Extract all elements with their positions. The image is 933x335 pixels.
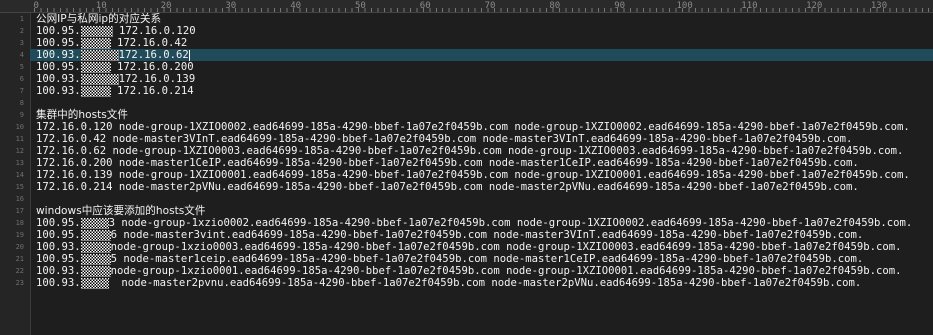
line-number: 2 — [19, 27, 24, 35]
line-text: 172.16.0.62 — [118, 49, 189, 61]
text-line[interactable]: 172.16.0.120 node-group-1XZIO0002.ead646… — [36, 121, 933, 133]
ip-prefix: 100.95. — [36, 253, 81, 265]
redaction-mask — [80, 49, 119, 61]
line-number: 7 — [19, 87, 24, 95]
line-number: 21 — [15, 255, 24, 263]
line-text: 172.16.0.200 node-master1CeIP.ead64699-1… — [36, 157, 859, 169]
line-text: 172.16.0.120 — [112, 25, 196, 37]
redaction-mask — [80, 277, 109, 289]
line-number: 20 — [15, 243, 24, 251]
line-text: 3 node-group-1xzio0002.ead64699-185a-429… — [108, 217, 913, 229]
line-number: 19 — [15, 231, 24, 239]
text-line[interactable]: 100.95. 5 node-master1ceip.ead64699-185a-… — [36, 253, 933, 265]
line-text: 172.16.0.42 — [110, 37, 188, 49]
line-number: 18 — [15, 219, 24, 227]
ruler-ticks — [34, 8, 933, 12]
line-number: 3 — [19, 39, 24, 47]
line-number: 10 — [15, 123, 24, 131]
redaction-mask — [80, 61, 111, 73]
ip-prefix: 100.95. — [36, 229, 81, 241]
text-line[interactable]: 100.95. 3 node-group-1xzio0002.ead64699-1… — [36, 217, 933, 229]
line-number: 12 — [15, 147, 24, 155]
line-text: 172.16.0.214 — [110, 85, 194, 97]
line-number: 15 — [15, 183, 24, 191]
ip-prefix: 100.93. — [36, 85, 81, 97]
ip-prefix: 100.93. — [36, 277, 81, 289]
line-text: 公网IP与私网ip的对应关系 — [36, 13, 162, 25]
text-line[interactable]: 172.16.0.139 node-group-1XZIO0001.ead646… — [36, 169, 933, 181]
line-number: 17 — [15, 207, 24, 215]
text-caret — [188, 49, 190, 61]
text-editor[interactable]: 0102030405060708090100110120130140 12345… — [0, 0, 933, 335]
redaction-mask — [80, 73, 119, 85]
ip-prefix: 100.95. — [36, 217, 81, 229]
redaction-mask — [80, 25, 113, 37]
line-number: 16 — [15, 195, 24, 203]
line-number: 9 — [19, 111, 24, 119]
text-line[interactable]: 100.93. 172.16.0.214 — [36, 85, 933, 97]
ip-prefix: 100.93. — [36, 241, 81, 253]
line-text: windows中应该要添加的hosts文件 — [36, 205, 206, 217]
line-text: 172.16.0.200 — [110, 61, 194, 73]
redaction-mask — [80, 229, 111, 241]
ip-prefix: 100.95. — [36, 61, 81, 73]
line-number: 22 — [15, 267, 24, 275]
text-line[interactable]: 100.95. 6 node-master3vint.ead64699-185a-… — [36, 229, 933, 241]
text-line[interactable]: 172.16.0.214 node-master2pVNu.ead64699-1… — [36, 181, 933, 193]
section-heading-line[interactable]: 集群中的hosts文件 — [36, 109, 933, 121]
text-line[interactable]: 172.16.0.200 node-master1CeIP.ead64699-1… — [36, 157, 933, 169]
text-line[interactable]: 100.95. 172.16.0.42 — [36, 37, 933, 49]
ip-prefix: 100.93. — [36, 265, 81, 277]
line-text: node-group-1xzio0003.ead64699-185a-4290-… — [110, 241, 902, 253]
text-line[interactable] — [36, 97, 933, 109]
ip-prefix: 100.93. — [36, 73, 81, 85]
redaction-mask — [80, 85, 111, 97]
text-line[interactable]: 100.93. 172.16.0.139 — [36, 73, 933, 85]
redaction-mask — [80, 241, 111, 253]
text-line[interactable]: 100.95. 172.16.0.120 — [36, 25, 933, 37]
line-number: 1 — [19, 15, 24, 23]
line-text: node-group-1xzio0001.ead64699-185a-4290-… — [110, 265, 902, 277]
line-text: 172.16.0.120 node-group-1XZIO0002.ead646… — [36, 121, 910, 133]
section-heading-line[interactable]: 公网IP与私网ip的对应关系 — [36, 13, 933, 25]
section-heading-line[interactable]: windows中应该要添加的hosts文件 — [36, 205, 933, 217]
line-text: 172.16.0.139 node-group-1XZIO0001.ead646… — [36, 169, 910, 181]
line-text: 172.16.0.42 node-master3VInT.ead64699-18… — [36, 133, 853, 145]
line-text: 172.16.0.214 node-master2pVNu.ead64699-1… — [36, 181, 859, 193]
text-line[interactable]: 100.93. node-group-1xzio0001.ead64699-185… — [36, 265, 933, 277]
ip-prefix: 100.95. — [36, 25, 81, 37]
redaction-mask — [80, 265, 111, 277]
column-ruler: 0102030405060708090100110120130140 — [0, 0, 933, 13]
line-number: 14 — [15, 171, 24, 179]
line-text: node-master2pvnu.ead64699-185a-4290-bbef… — [108, 277, 862, 289]
ip-prefix: 100.93. — [36, 49, 81, 61]
line-text: 172.16.0.139 — [118, 73, 196, 85]
line-number: 11 — [15, 135, 24, 143]
ip-prefix: 100.95. — [36, 37, 81, 49]
line-number-gutter: 1 2 3 4 5 6 7 8 9 10 11 12 13 14 15 16 17 18 19 20 21 22 23 — [0, 13, 31, 335]
line-number: 5 — [19, 63, 24, 71]
redaction-mask — [80, 37, 111, 49]
line-text: 5 node-master1ceip.ead64699-185a-4290-bb… — [110, 253, 864, 265]
text-content-area[interactable]: 公网IP与私网ip的对应关系 100.95. 172.16.0.120 100.95… — [30, 13, 933, 335]
text-line[interactable]: 172.16.0.62 node-group-1XZIO0003.ead6469… — [36, 145, 933, 157]
redaction-mask — [80, 253, 111, 265]
text-line[interactable]: 100.93. node-group-1xzio0003.ead64699-185… — [36, 241, 933, 253]
text-line[interactable]: 100.93. 172.16.0.62 — [30, 49, 933, 61]
line-number: 6 — [19, 75, 24, 83]
line-text: 集群中的hosts文件 — [36, 109, 128, 121]
line-number: 4 — [19, 51, 24, 59]
line-number: 8 — [19, 99, 24, 107]
line-text: 172.16.0.62 node-group-1XZIO0003.ead6469… — [36, 145, 904, 157]
redaction-mask — [80, 217, 109, 229]
text-line[interactable] — [36, 193, 933, 205]
line-number: 23 — [15, 279, 24, 287]
text-line[interactable]: 100.95. 172.16.0.200 — [36, 61, 933, 73]
line-number: 13 — [15, 159, 24, 167]
text-line[interactable]: 100.93. node-master2pvnu.ead64699-185a-4… — [36, 277, 933, 289]
line-text: 6 node-master3vint.ead64699-185a-4290-bb… — [110, 229, 864, 241]
text-line[interactable]: 172.16.0.42 node-master3VInT.ead64699-18… — [36, 133, 933, 145]
